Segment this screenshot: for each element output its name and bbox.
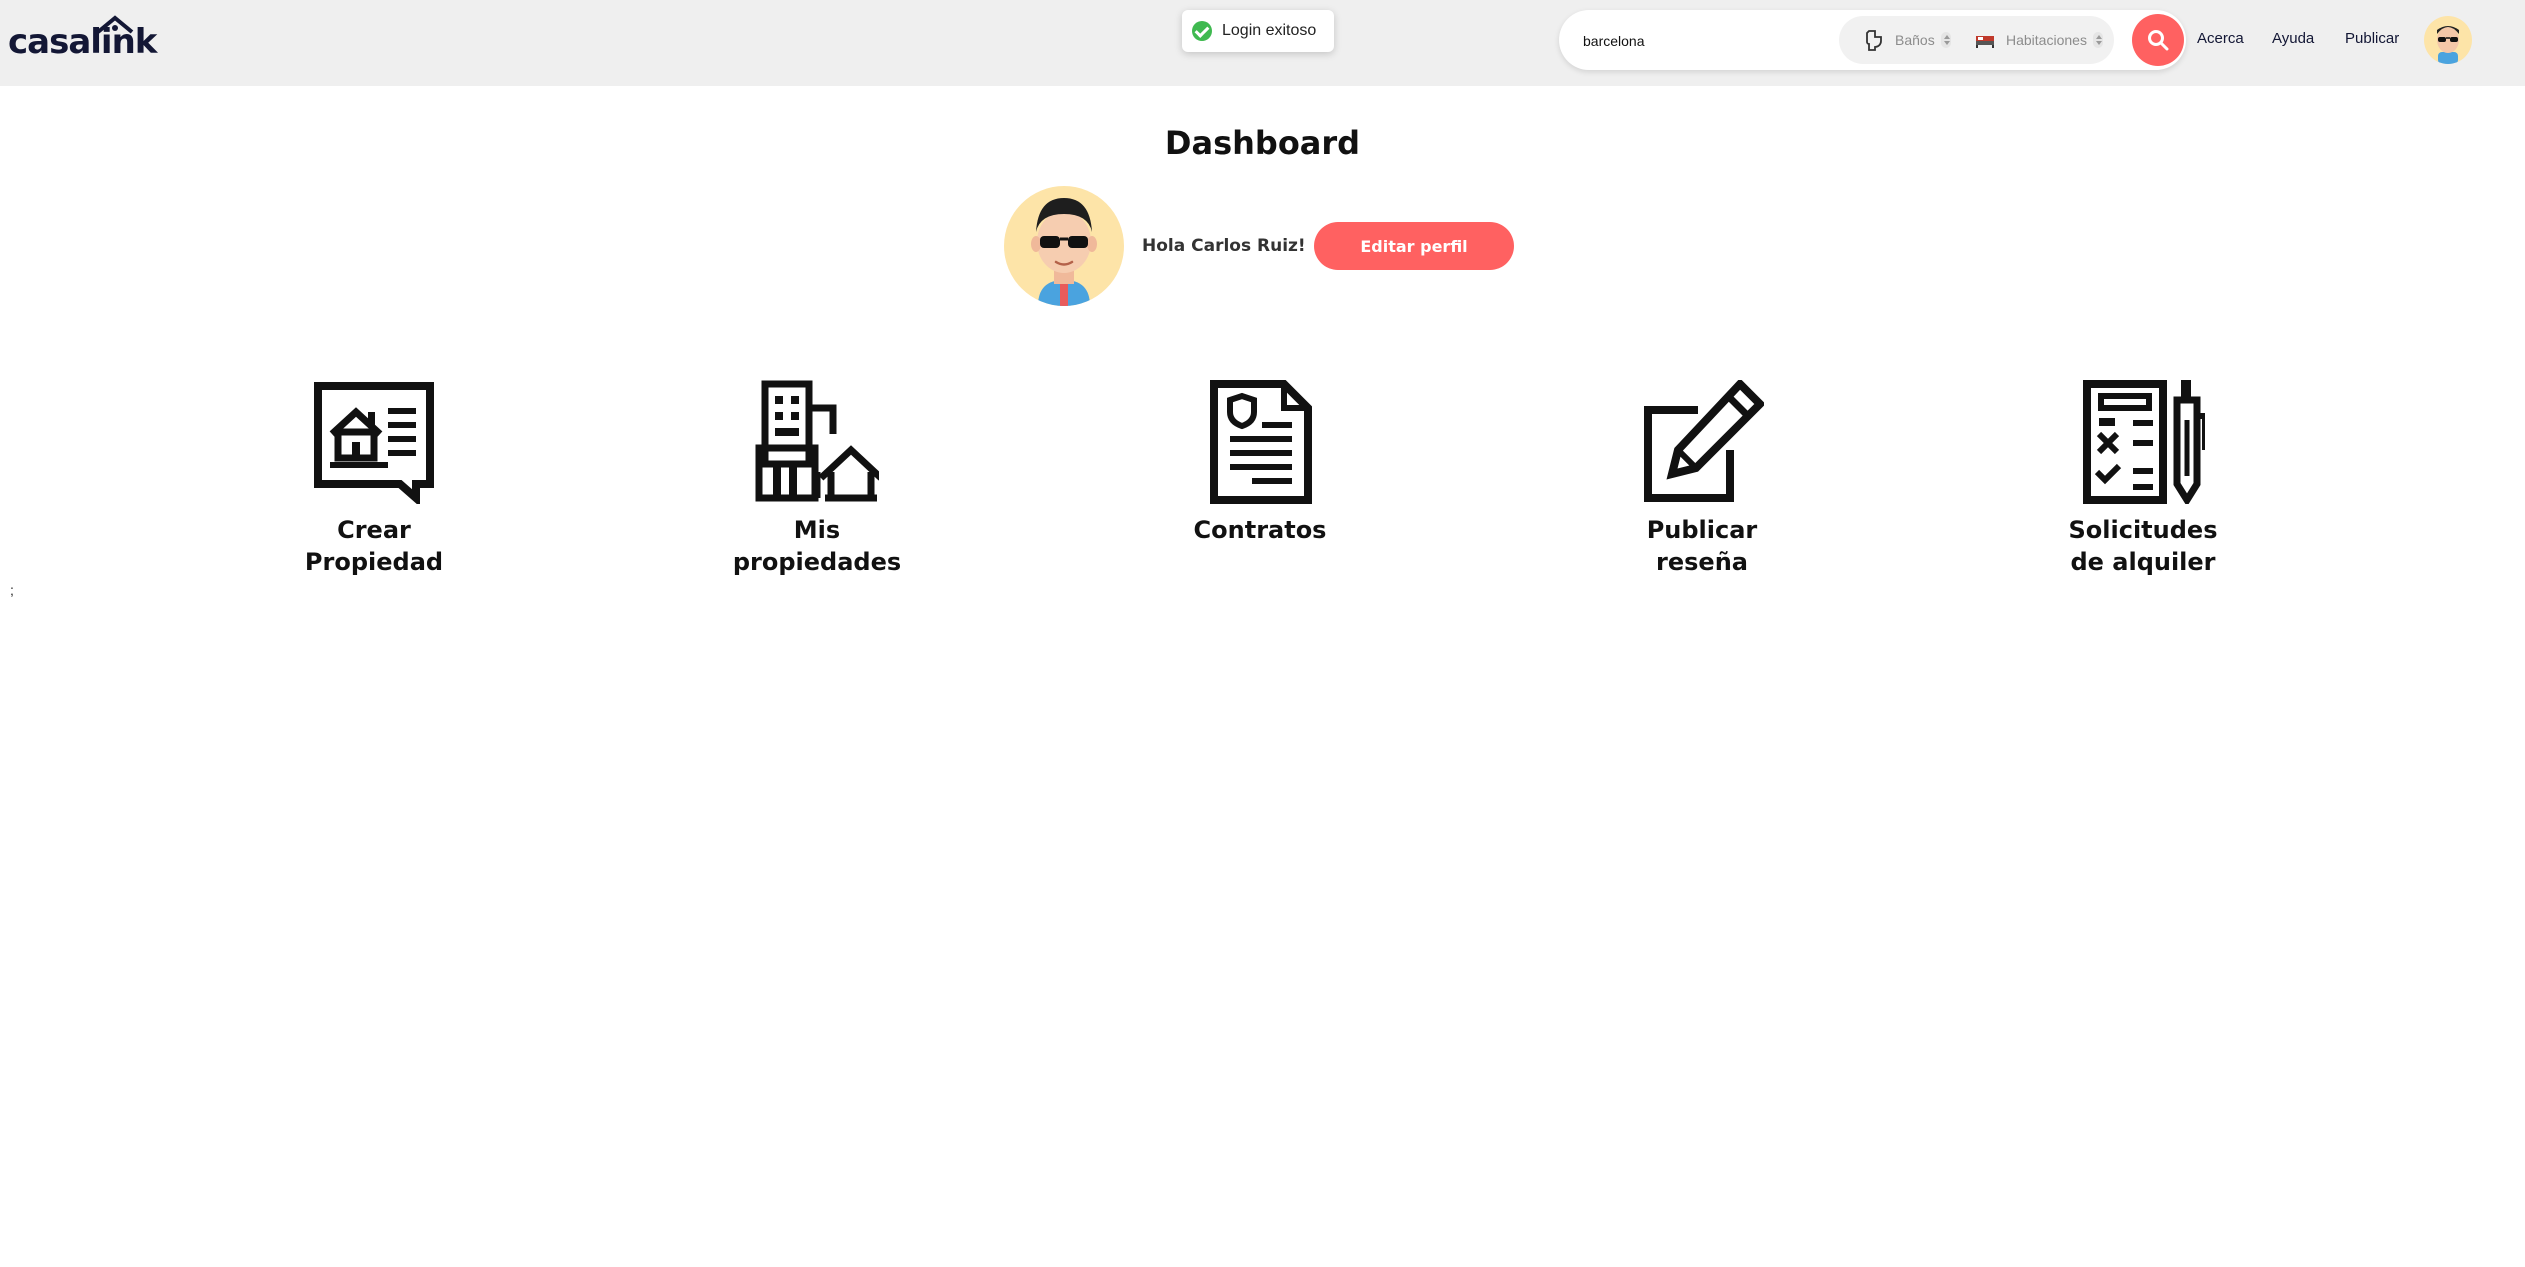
login-toast: Login exitoso [1182,10,1334,52]
user-avatar[interactable] [2424,16,2472,64]
search-icon [2148,30,2169,51]
profile-avatar [1004,186,1124,306]
rooms-stepper-icon[interactable] [2092,32,2103,48]
search-bar: Baños Habitaciones [1559,10,2186,70]
contract-document-icon [1210,380,1312,504]
card-contratos[interactable]: Contratos [1130,380,1390,546]
greeting-text: Hola Carlos Ruiz! [1142,236,1306,256]
nav-publicar[interactable]: Publicar [2345,30,2399,47]
edit-pencil-icon [1644,380,1764,502]
property-listing-icon [314,382,434,504]
bed-icon [1976,36,1994,48]
edit-profile-button[interactable]: Editar perfil [1314,222,1514,270]
search-button[interactable] [2132,14,2184,66]
stray-text: ; [10,582,14,598]
top-header: casalink Login exitoso Baños [0,0,2525,86]
checklist-pen-icon [2083,380,2205,504]
logo-text: casalink [8,22,157,62]
bathrooms-filter[interactable]: Baños [1863,16,1951,64]
card-mis-propiedades[interactable]: Mis propiedades [687,380,947,578]
card-label-contratos: Contratos [1193,516,1327,544]
card-label-publicar-resena: Publicar reseña [1646,516,1758,576]
casalink-logo[interactable]: casalink [8,15,157,64]
success-check-icon [1192,21,1212,41]
avatar-face-icon [2437,26,2459,64]
rooms-filter[interactable]: Habitaciones [1974,16,2103,64]
logo-roof-icon [96,15,134,34]
nav-acerca[interactable]: Acerca [2197,30,2244,47]
toast-message: Login exitoso [1222,22,1317,39]
card-label-crear-propiedad: Crear Propiedad [304,516,444,576]
page-title: Dashboard [1164,124,1361,162]
buildings-house-icon [755,380,879,502]
card-solicitudes-alquiler[interactable]: Solicitudes de alquiler [2013,380,2273,578]
bathrooms-placeholder: Baños [1895,32,1935,48]
card-label-solicitudes-alquiler: Solicitudes de alquiler [2068,516,2218,576]
rooms-placeholder: Habitaciones [2006,32,2087,48]
bathrooms-stepper-icon[interactable] [1940,32,1951,48]
search-filters: Baños Habitaciones [1839,16,2114,64]
search-input[interactable] [1581,26,1845,56]
card-crear-propiedad[interactable]: Crear Propiedad [244,380,504,578]
toilet-icon [1866,30,1882,51]
profile-face-icon [1031,198,1097,306]
card-label-mis-propiedades: Mis propiedades [732,516,902,576]
card-publicar-resena[interactable]: Publicar reseña [1572,380,1832,578]
nav-ayuda[interactable]: Ayuda [2272,30,2314,47]
